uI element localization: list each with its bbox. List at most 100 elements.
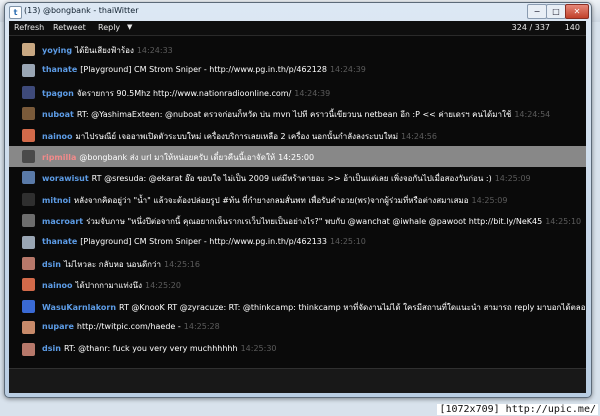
minimize-button[interactable]: −: [527, 4, 547, 19]
tweet-content: ripmilla @bongbank ส่ง url มาให้หน่อยครับ…: [42, 151, 314, 164]
tweet-text: ร่วมจับภาษ "หนึ่งปีต่อจากนี้ คุณอยากเห็น…: [86, 217, 543, 227]
tweet-timestamp: 14:24:54: [514, 110, 551, 120]
tweet-text: ไม่ไหวละ กลับหอ นอนดีกว่า: [63, 260, 161, 269]
title-bar[interactable]: t (13) @bongbank - thaiWitter − □ ✕: [5, 3, 591, 21]
tweet-content: thanate [Playground] CM Strom Sniper - ht…: [42, 65, 366, 74]
tweet-text: @bongbank ส่ง url มาให้หน่อยครับ เดี๋ยวค…: [79, 153, 276, 162]
tweet-username[interactable]: nainoo: [42, 132, 73, 141]
tweet-text: มาไปรษณีย์ เจออาพเปิดตัวระบบใหม่ เครื่อง…: [75, 131, 399, 141]
app-icon: t: [9, 6, 22, 19]
tweet-username[interactable]: dsin: [42, 344, 61, 353]
watermark: [1072x709] http://upic.me/: [437, 404, 598, 415]
tweet-username[interactable]: WasuKarnlakorn: [42, 303, 116, 312]
avatar[interactable]: [22, 192, 35, 206]
tweet-username[interactable]: thanate: [42, 65, 77, 74]
tweet-text: RT: @thanr: fuck you very very muchhhhhh: [63, 343, 238, 353]
tweet-timestamp: 14:24:33: [136, 46, 173, 55]
tweet-input[interactable]: [9, 368, 586, 393]
tweet-text: หลังจากคิดอยู่ว่า "น้ำ" แล้วจะต้องปล่อยร…: [73, 195, 469, 205]
tweet-text: จัดรายการ 90.5Mhz http://www.nationradio…: [76, 88, 292, 98]
tweet-username[interactable]: tpagon: [42, 89, 74, 98]
close-button[interactable]: ✕: [565, 4, 589, 19]
tweet-username[interactable]: thanate: [42, 237, 77, 246]
tweet-row[interactable]: WasuKarnlakorn RT @KnooK RT @zyracuze: RT…: [9, 296, 586, 317]
avatar[interactable]: [22, 278, 35, 292]
avatar[interactable]: [22, 235, 35, 249]
tweet-row[interactable]: mitnoi หลังจากคิดอยู่ว่า "น้ำ" แล้วจะต้อง…: [9, 189, 586, 210]
timeline[interactable]: yoying ได้ยินเสียงฟ้าร้อง 14:24:33 thanate[…: [9, 36, 586, 365]
tweet-row[interactable]: nainoo ได้ปากกามาแท่งนึง 14:25:20: [9, 274, 586, 295]
tweet-row[interactable]: tpagon จัดรายการ 90.5Mhz http://www.natio…: [9, 82, 586, 103]
tweet-content: nainoo มาไปรษณีย์ เจออาพเปิดตัวระบบใหม่ เ…: [42, 130, 437, 143]
tweet-row[interactable]: dsin RT: @thanr: fuck you very very muchh…: [9, 339, 586, 360]
menu-dropdown-icon[interactable]: ▼: [127, 23, 132, 31]
tweet-content: nupare http://twitpic.com/haede -14:25:28: [42, 322, 220, 331]
tweet-username[interactable]: macroart: [42, 217, 83, 226]
tweet-content: macroart ร่วมจับภาษ "หนึ่งปีต่อจากนี้ คุณ…: [42, 215, 581, 228]
app-client: Refresh Retweet Reply ▼ 324 / 337 140 yo…: [9, 21, 586, 393]
tweet-content: thanate [Playground] CM Strom Sniper - ht…: [42, 237, 366, 246]
tweet-row[interactable]: macroart ร่วมจับภาษ "หนึ่งปีต่อจากนี้ คุณ…: [9, 210, 586, 231]
tweet-content: yoying ได้ยินเสียงฟ้าร้อง 14:24:33: [42, 44, 173, 57]
tweet-timestamp: 14:24:39: [329, 65, 366, 75]
tweet-username[interactable]: worawisut: [42, 174, 89, 183]
tweet-content: tpagon จัดรายการ 90.5Mhz http://www.natio…: [42, 87, 330, 100]
tweet-username[interactable]: ripmilla: [42, 153, 76, 162]
avatar[interactable]: [22, 321, 35, 335]
tweet-content: dsin RT: @thanr: fuck you very very muchh…: [42, 344, 277, 353]
avatar[interactable]: [22, 150, 35, 163]
toolbar: Refresh Retweet Reply ▼ 324 / 337 140: [9, 21, 586, 36]
retweet-button[interactable]: Retweet: [53, 23, 86, 32]
avatar[interactable]: [22, 214, 35, 228]
tweet-username[interactable]: nainoo: [42, 281, 73, 290]
app-window: t (13) @bongbank - thaiWitter − □ ✕ Refr…: [4, 2, 592, 398]
tweet-row[interactable]: nuboat RT: @YashimaExteen: @nuboat ตรวจก่…: [9, 103, 586, 124]
tweet-username[interactable]: nupare: [42, 322, 74, 331]
avatar[interactable]: [22, 128, 35, 142]
avatar[interactable]: [22, 257, 35, 270]
tweet-row[interactable]: thanate [Playground] CM Strom Sniper - ht…: [9, 232, 586, 253]
tweet-text: [Playground] CM Strom Sniper - http://ww…: [80, 65, 327, 75]
avatar[interactable]: [22, 171, 35, 185]
tweet-username[interactable]: mitnoi: [42, 196, 71, 205]
tweet-text: RT: @YashimaExteen: @nuboat ตรวจก่อนก็หว…: [76, 110, 512, 120]
tweet-content: mitnoi หลังจากคิดอยู่ว่า "น้ำ" แล้วจะต้อง…: [42, 194, 507, 207]
tweet-row[interactable]: yoying ได้ยินเสียงฟ้าร้อง 14:24:33: [9, 39, 586, 60]
tweet-username[interactable]: yoying: [42, 46, 72, 55]
tweet-timestamp: 14:25:10: [545, 217, 582, 227]
tweet-text: http://twitpic.com/haede -: [76, 322, 181, 332]
tweet-timestamp: 14:24:39: [294, 88, 331, 98]
tweet-timestamp: 14:25:09: [494, 174, 531, 184]
avatar[interactable]: [22, 299, 35, 313]
tweet-row[interactable]: thanate [Playground] CM Strom Sniper - ht…: [9, 60, 586, 81]
tweet-timestamp: 14:25:28: [183, 322, 220, 332]
tweet-text: ได้ยินเสียงฟ้าร้อง: [75, 46, 134, 55]
tweet-timestamp: 14:25:16: [163, 260, 200, 269]
reply-button[interactable]: Reply: [98, 23, 120, 32]
refresh-button[interactable]: Refresh: [14, 23, 44, 32]
tweet-row[interactable]: nupare http://twitpic.com/haede -14:25:28: [9, 317, 586, 338]
tweet-username[interactable]: nuboat: [42, 110, 74, 119]
characters-remaining: 140: [564, 23, 580, 32]
avatar[interactable]: [22, 64, 35, 78]
avatar[interactable]: [22, 107, 35, 121]
avatar[interactable]: [22, 43, 35, 56]
tweet-username[interactable]: dsin: [42, 260, 61, 269]
maximize-button[interactable]: □: [546, 4, 566, 19]
tweet-text: RT @KnooK RT @zyracuze: RT: @thinkcamp: …: [119, 302, 586, 312]
tweet-content: nuboat RT: @YashimaExteen: @nuboat ตรวจก่…: [42, 108, 550, 121]
tweet-timestamp: 14:25:10: [329, 236, 366, 246]
tweet-content: worawisut RT @sresuda: @ekarat อ๊อ ขอบใจ …: [42, 172, 531, 185]
tweet-row[interactable]: dsin ไม่ไหวละ กลับหอ นอนดีกว่า 14:25:16: [9, 253, 586, 274]
tweet-content: nainoo ได้ปากกามาแท่งนึง 14:25:20: [42, 279, 181, 292]
tweet-text: RT @sresuda: @ekarat อ๊อ ขอบใจ ไม่เป็น 2…: [91, 174, 492, 184]
avatar[interactable]: [22, 85, 35, 99]
tweet-text: [Playground] CM Strom Sniper - http://ww…: [80, 236, 327, 246]
tweet-content: dsin ไม่ไหวละ กลับหอ นอนดีกว่า 14:25:16: [42, 258, 200, 271]
avatar[interactable]: [22, 342, 35, 356]
tweet-row[interactable]: ripmilla @bongbank ส่ง url มาให้หน่อยครับ…: [9, 146, 586, 167]
tweet-timestamp: 14:25:09: [471, 195, 508, 205]
tweet-row[interactable]: worawisut RT @sresuda: @ekarat อ๊อ ขอบใจ …: [9, 167, 586, 188]
tweet-row[interactable]: nainoo มาไปรษณีย์ เจออาพเปิดตัวระบบใหม่ เ…: [9, 125, 586, 146]
tweet-text: ได้ปากกามาแท่งนึง: [75, 281, 142, 291]
